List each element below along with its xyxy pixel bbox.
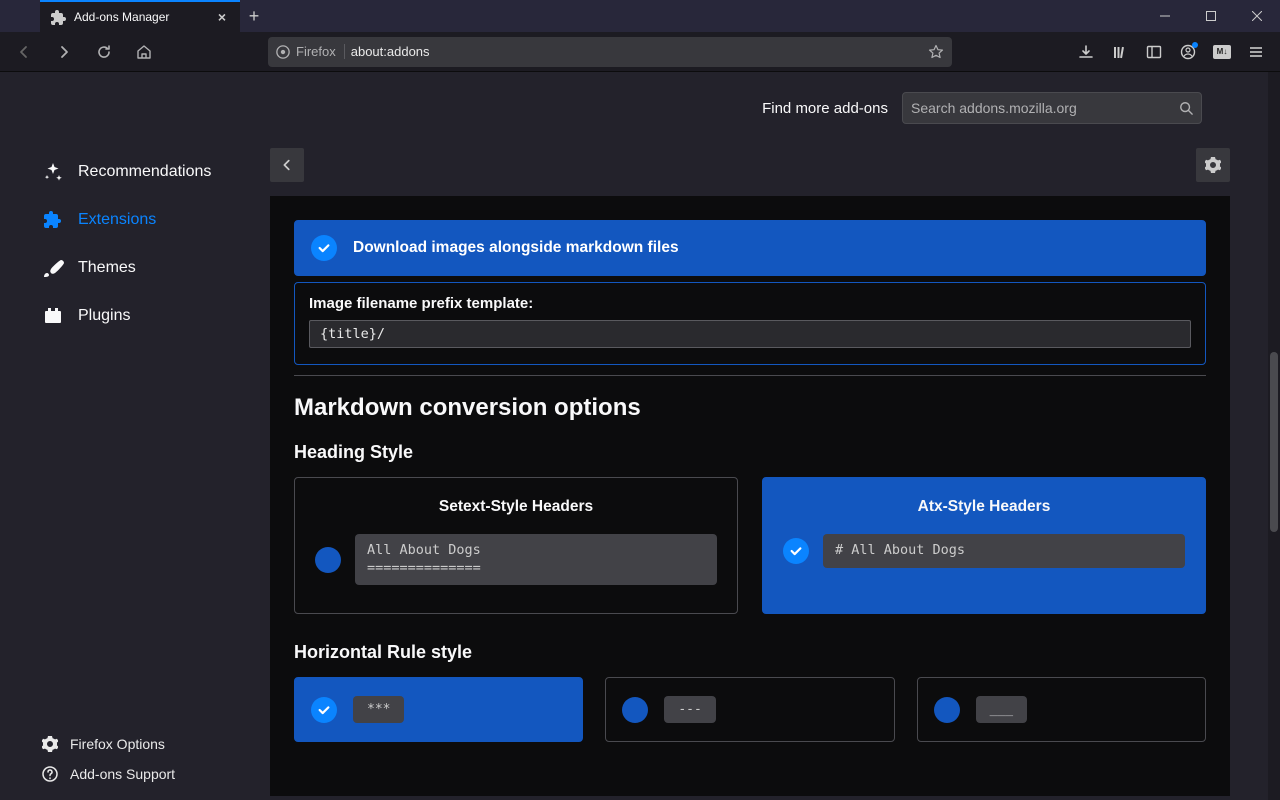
code-sample: ___ (976, 696, 1027, 723)
heading-style-choices: Setext-Style Headers All About Dogs ====… (294, 477, 1206, 614)
url-bar[interactable]: Firefox about:addons (268, 37, 952, 67)
heading-choice-atx[interactable]: Atx-Style Headers # All About Dogs (762, 477, 1206, 614)
image-prefix-value: {title}/ (320, 326, 385, 342)
sidebar-item-label: Recommendations (78, 163, 211, 181)
tab-title: Add-ons Manager (74, 10, 206, 24)
minimize-button[interactable] (1142, 0, 1188, 32)
back-button[interactable] (8, 36, 40, 68)
detail-toolbar (270, 148, 1230, 196)
category-sidebar: Recommendations Extensions Themes Plugin… (0, 72, 270, 800)
image-prefix-label: Image filename prefix template: (309, 295, 1191, 312)
extension-options-panel: Download images alongside markdown files… (270, 196, 1230, 796)
addons-settings-button[interactable] (1196, 148, 1230, 182)
home-button[interactable] (128, 36, 160, 68)
scrollbar-thumb[interactable] (1270, 352, 1278, 532)
sidebar-item-themes[interactable]: Themes (42, 244, 270, 292)
code-sample: *** (353, 696, 404, 723)
sidebar-item-recommendations[interactable]: Recommendations (42, 148, 270, 196)
browser-tab[interactable]: Add-ons Manager × (40, 0, 240, 32)
code-sample: --- (664, 696, 715, 723)
window-controls (1142, 0, 1280, 32)
search-placeholder: Search addons.mozilla.org (911, 100, 1077, 116)
hr-choice-stars[interactable]: *** (294, 677, 583, 742)
sidebar-item-plugins[interactable]: Plugins (42, 292, 270, 340)
find-addons-label: Find more add-ons (762, 100, 888, 117)
heading-choice-setext[interactable]: Setext-Style Headers All About Dogs ====… (294, 477, 738, 614)
hr-choice-dashes[interactable]: --- (605, 677, 894, 742)
radio-unchecked-icon (315, 547, 341, 573)
sidebar-item-label: Extensions (78, 211, 156, 229)
close-icon[interactable]: × (214, 9, 230, 25)
sidebar-item-label: Themes (78, 259, 136, 277)
new-tab-button[interactable]: + (240, 6, 268, 27)
identity-label: Firefox (296, 44, 336, 59)
download-images-option[interactable]: Download images alongside markdown files (294, 220, 1206, 276)
choice-title: Setext-Style Headers (315, 498, 717, 516)
footer-link-label: Add-ons Support (70, 766, 175, 782)
image-prefix-card: Image filename prefix template: {title}/ (294, 282, 1206, 365)
addons-support-link[interactable]: Add-ons Support (42, 766, 175, 782)
hr-style-title: Horizontal Rule style (294, 642, 1206, 663)
footer-link-label: Firefox Options (70, 736, 165, 752)
forward-button[interactable] (48, 36, 80, 68)
code-sample: # All About Dogs (823, 534, 1185, 568)
bookmark-star-icon[interactable] (928, 44, 944, 60)
download-images-label: Download images alongside markdown files (353, 239, 679, 257)
account-icon[interactable] (1172, 36, 1204, 68)
plugin-icon (42, 305, 64, 327)
sidebar-footer: Firefox Options Add-ons Support (42, 736, 175, 782)
puzzle-icon (50, 9, 66, 25)
scrollbar[interactable] (1268, 72, 1280, 800)
image-prefix-input[interactable]: {title}/ (309, 320, 1191, 348)
gear-icon (42, 736, 58, 752)
radio-unchecked-icon (622, 697, 648, 723)
url-text: about:addons (351, 44, 922, 59)
sidebar-toggle-icon[interactable] (1138, 36, 1170, 68)
menu-icon[interactable] (1240, 36, 1272, 68)
tab-strip: Add-ons Manager × + (0, 0, 268, 32)
help-icon (42, 766, 58, 782)
section-title: Markdown conversion options (294, 394, 1206, 422)
heading-style-title: Heading Style (294, 442, 1206, 463)
check-icon (311, 697, 337, 723)
find-addons-input[interactable]: Search addons.mozilla.org (902, 92, 1202, 124)
puzzle-icon (42, 209, 64, 231)
addons-main: Find more add-ons Search addons.mozilla.… (270, 72, 1230, 800)
divider (294, 375, 1206, 376)
sidebar-item-label: Plugins (78, 307, 130, 325)
sparkle-icon (42, 161, 64, 183)
hr-choice-underscores[interactable]: ___ (917, 677, 1206, 742)
code-sample: All About Dogs ============== (355, 534, 717, 585)
reload-button[interactable] (88, 36, 120, 68)
radio-unchecked-icon (934, 697, 960, 723)
titlebar: Add-ons Manager × + (0, 0, 1280, 32)
addons-content: Recommendations Extensions Themes Plugin… (0, 72, 1280, 800)
search-icon (1179, 101, 1193, 115)
identity-box[interactable]: Firefox (276, 44, 345, 59)
sidebar-item-extensions[interactable]: Extensions (42, 196, 270, 244)
detail-back-button[interactable] (270, 148, 304, 182)
downloads-icon[interactable] (1070, 36, 1102, 68)
hr-style-choices: *** --- ___ (294, 677, 1206, 742)
brush-icon (42, 257, 64, 279)
maximize-button[interactable] (1188, 0, 1234, 32)
library-icon[interactable] (1104, 36, 1136, 68)
firefox-options-link[interactable]: Firefox Options (42, 736, 175, 752)
find-addons-row: Find more add-ons Search addons.mozilla.… (270, 92, 1230, 124)
check-icon (311, 235, 337, 261)
check-icon (783, 538, 809, 564)
choice-title: Atx-Style Headers (783, 498, 1185, 516)
close-window-button[interactable] (1234, 0, 1280, 32)
navigation-toolbar: Firefox about:addons M↓ (0, 32, 1280, 72)
extension-badge-icon[interactable]: M↓ (1206, 36, 1238, 68)
